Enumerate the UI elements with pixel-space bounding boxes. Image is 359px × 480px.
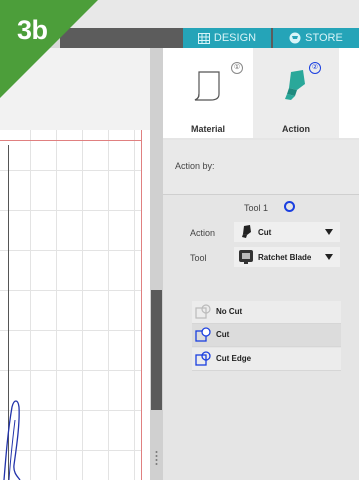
cut-edge-icon	[195, 351, 211, 366]
step-number: ②	[309, 62, 321, 74]
dropdown-arrow-icon	[325, 254, 333, 260]
design-shape[interactable]	[0, 395, 30, 480]
option-label: Cut	[216, 330, 230, 339]
ratchet-blade-icon	[239, 250, 253, 264]
divider	[163, 194, 359, 195]
blade-icon	[285, 70, 305, 100]
scrollbar-thumb[interactable]	[151, 290, 162, 410]
grid-line	[108, 130, 109, 480]
scrollbar-track[interactable]	[150, 48, 163, 480]
blade-small-icon	[242, 225, 251, 238]
no-cut-icon	[195, 304, 211, 319]
option-label: No Cut	[216, 307, 243, 316]
tool-select[interactable]: Ratchet Blade	[234, 247, 340, 267]
action-by-label: Action by:	[175, 161, 215, 171]
grid-line	[0, 210, 141, 211]
action-label: Action	[190, 228, 216, 238]
step-number: ①	[231, 62, 243, 74]
option-cut-edge[interactable]: Cut Edge	[192, 348, 341, 371]
dropdown-arrow-icon	[325, 229, 333, 235]
grid-line	[82, 130, 83, 480]
tab-design[interactable]: DESIGN	[183, 28, 271, 48]
step-material-label: Material	[190, 124, 225, 134]
tool-indicator-icon	[284, 201, 295, 212]
resize-grip-icon[interactable]	[155, 450, 158, 466]
step-badge-label: 3b	[17, 15, 48, 45]
grid-icon	[197, 32, 210, 44]
mat-border	[141, 130, 142, 480]
grid-line	[30, 130, 31, 480]
grid-line	[0, 250, 141, 251]
grid-line	[0, 330, 141, 331]
grid-line	[0, 170, 141, 171]
option-no-cut[interactable]: No Cut	[192, 301, 341, 324]
material-icon	[194, 71, 220, 101]
grid-line	[56, 130, 57, 480]
grid-line	[0, 290, 141, 291]
option-label: Cut Edge	[216, 354, 252, 363]
cut-icon	[195, 327, 211, 342]
cart-icon	[289, 32, 301, 44]
step-action-label: Action	[282, 124, 310, 134]
action-value: Cut	[258, 228, 272, 237]
option-cut[interactable]: Cut	[192, 324, 341, 347]
tab-design-label: DESIGN	[213, 32, 257, 44]
grid-line	[0, 370, 141, 371]
tab-store[interactable]: STORE	[273, 28, 359, 48]
step-action[interactable]: ② Action	[253, 48, 339, 138]
grid-line	[134, 130, 135, 480]
tool-label: Tool	[190, 253, 207, 263]
tool-title: Tool 1	[244, 203, 269, 213]
mat-border	[0, 140, 141, 141]
tool-value: Ratchet Blade	[258, 253, 312, 262]
step-material[interactable]: ① Material	[163, 48, 253, 138]
step-badge	[0, 0, 98, 98]
action-select[interactable]: Cut	[234, 222, 340, 242]
tab-store-label: STORE	[305, 32, 343, 44]
